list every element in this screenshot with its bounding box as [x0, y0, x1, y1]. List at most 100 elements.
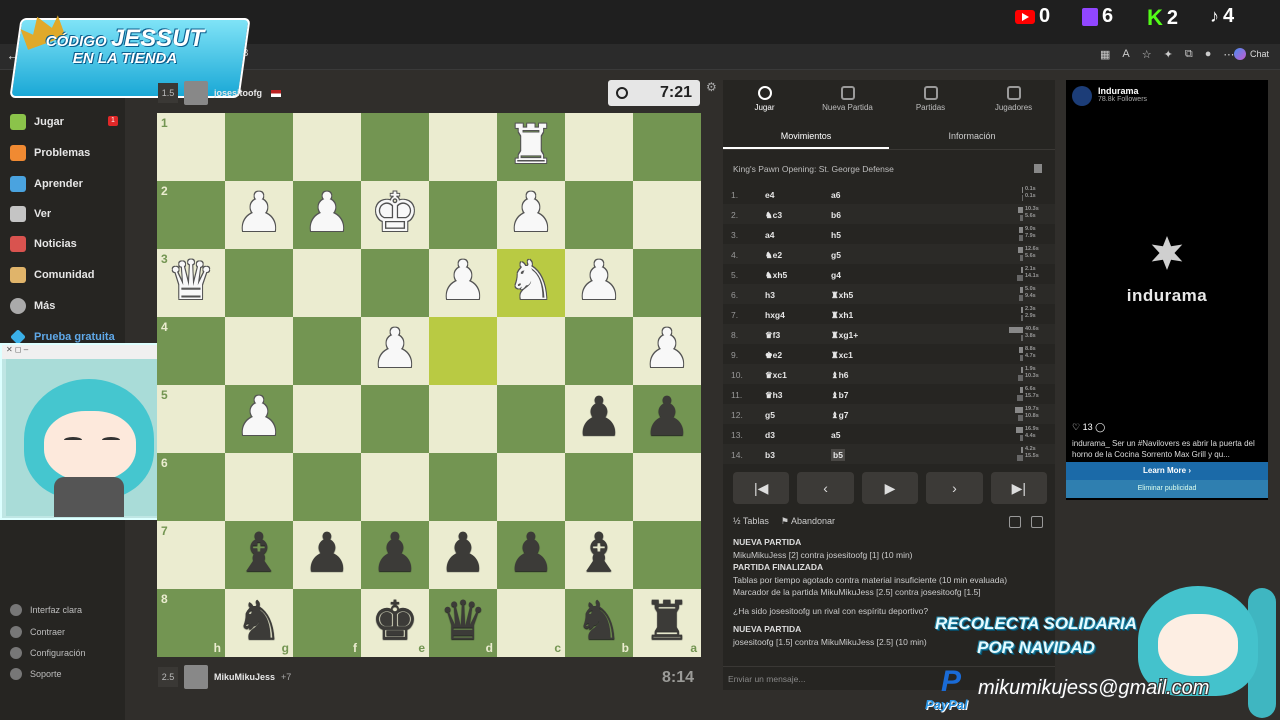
board-square[interactable]	[361, 113, 429, 181]
subtab-movimientos[interactable]: Movimientos	[723, 124, 889, 149]
player-avatar[interactable]	[184, 665, 208, 689]
board-square[interactable]	[293, 385, 361, 453]
favorite-star-icon[interactable]: ☆	[1142, 48, 1152, 61]
black-move[interactable]: ♜xh1	[831, 310, 853, 321]
board-square[interactable]	[429, 181, 497, 249]
sidebar-support[interactable]: Soporte	[10, 668, 62, 680]
board-settings-gear-icon[interactable]: ⚙	[706, 80, 717, 94]
black-move[interactable]: b6	[831, 210, 841, 220]
black-move[interactable]: ♜xh5	[831, 290, 853, 301]
player-name[interactable]: MikuMikuJess	[214, 672, 275, 682]
sidebar-item-mas[interactable]: Más	[10, 298, 55, 314]
black-move[interactable]: ♝g7	[831, 410, 849, 421]
black-move[interactable]: ♝b7	[831, 390, 849, 401]
board-square[interactable]	[633, 181, 701, 249]
remove-ads-link[interactable]: Eliminar publicidad	[1066, 480, 1268, 498]
board-square[interactable]: 4	[157, 317, 225, 385]
collections-icon[interactable]: ⧉	[1185, 48, 1193, 61]
black-pawn[interactable]: ♟	[361, 521, 429, 589]
board-square[interactable]	[565, 113, 633, 181]
sidebar-item-comunidad[interactable]: Comunidad	[10, 267, 95, 283]
white-move[interactable]: a4	[765, 230, 774, 240]
black-pawn[interactable]: ♟	[293, 521, 361, 589]
board-square[interactable]	[429, 317, 497, 385]
white-move[interactable]: ♞e2	[765, 250, 782, 261]
black-move[interactable]: g4	[831, 270, 841, 280]
white-move[interactable]: e4	[765, 190, 774, 200]
black-move[interactable]: ♜xc1	[831, 350, 853, 361]
sidebar-item-problemas[interactable]: Problemas	[10, 145, 90, 161]
board-square[interactable]: 8h	[157, 589, 225, 657]
board-square[interactable]	[361, 385, 429, 453]
play-button[interactable]: ▶	[861, 472, 919, 504]
board-square[interactable]	[293, 113, 361, 181]
sidebar-item-noticias[interactable]: Noticias	[10, 236, 77, 252]
sidebar-item-aprender[interactable]: Aprender	[10, 176, 83, 192]
sidebar-light-mode[interactable]: Interfaz clara	[10, 604, 82, 616]
board-square[interactable]	[225, 249, 293, 317]
board-square[interactable]	[429, 113, 497, 181]
white-move[interactable]: ♞c3	[765, 210, 782, 221]
white-move[interactable]: ♚e2	[765, 350, 782, 361]
learn-more-button[interactable]: Learn More ›	[1066, 462, 1268, 480]
board-square[interactable]	[225, 317, 293, 385]
black-move[interactable]: ♜xg1+	[831, 330, 858, 341]
board-square[interactable]	[361, 249, 429, 317]
white-queen[interactable]: ♛	[157, 249, 225, 317]
white-pawn[interactable]: ♟	[293, 181, 361, 249]
board-square[interactable]	[225, 113, 293, 181]
white-move[interactable]: ♛h3	[765, 390, 783, 401]
black-move[interactable]: a6	[831, 190, 840, 200]
resign-button[interactable]: ⚑ Abandonar	[781, 516, 835, 527]
black-move[interactable]: h5	[831, 230, 841, 240]
board-square[interactable]	[565, 317, 633, 385]
black-pawn[interactable]: ♟	[565, 385, 633, 453]
board-square[interactable]: 5	[157, 385, 225, 453]
board-square[interactable]	[293, 249, 361, 317]
next-move-button[interactable]: ›	[926, 472, 983, 504]
board-square[interactable]: c	[497, 589, 565, 657]
text-size-icon[interactable]: A	[1122, 48, 1129, 61]
tab-jugar[interactable]: Jugar	[723, 80, 806, 120]
share-icon[interactable]	[1009, 516, 1021, 528]
first-move-button[interactable]: |◀	[733, 472, 790, 504]
board-square[interactable]: 7	[157, 521, 225, 589]
black-queen[interactable]: ♛	[429, 589, 497, 657]
board-square[interactable]	[497, 385, 565, 453]
board-square[interactable]: 1	[157, 113, 225, 181]
black-pawn[interactable]: ♟	[633, 385, 701, 453]
tab-partidas[interactable]: Partidas	[889, 80, 972, 120]
white-pawn[interactable]: ♟	[225, 385, 293, 453]
white-move[interactable]: ♛f3	[765, 330, 780, 341]
sidebar-item-ver[interactable]: Ver	[10, 206, 51, 222]
grid-icon[interactable]: ▦	[1100, 48, 1110, 61]
board-square[interactable]	[565, 453, 633, 521]
white-move[interactable]: ♛xc1	[765, 370, 787, 381]
tab-jugadores[interactable]: Jugadores	[972, 80, 1055, 120]
menu-dots-icon[interactable]: ⋯	[1223, 48, 1234, 61]
white-move[interactable]: g5	[765, 410, 775, 420]
black-pawn[interactable]: ♟	[497, 521, 565, 589]
draw-button[interactable]: ½ Tablas	[733, 516, 769, 527]
white-move[interactable]: hxg4	[765, 310, 785, 320]
black-move[interactable]: b5	[831, 449, 845, 461]
white-king[interactable]: ♚	[361, 181, 429, 249]
sidebar-collapse[interactable]: Contraer	[10, 626, 65, 638]
white-move[interactable]: d3	[765, 430, 775, 440]
black-knight[interactable]: ♞	[565, 589, 633, 657]
book-icon[interactable]	[1034, 164, 1042, 173]
black-rook[interactable]: ♜	[633, 589, 701, 657]
white-pawn[interactable]: ♟	[633, 317, 701, 385]
board-square[interactable]	[633, 249, 701, 317]
white-rook[interactable]: ♜	[497, 113, 565, 181]
board-square[interactable]	[293, 317, 361, 385]
board-square[interactable]	[633, 113, 701, 181]
black-move[interactable]: ♝h6	[831, 370, 849, 381]
board-square[interactable]	[633, 453, 701, 521]
black-knight[interactable]: ♞	[225, 589, 293, 657]
opponent-avatar[interactable]	[184, 81, 208, 105]
white-pawn[interactable]: ♟	[565, 249, 633, 317]
board-square[interactable]: f	[293, 589, 361, 657]
flip-board-icon[interactable]	[1031, 516, 1043, 528]
black-king[interactable]: ♚	[361, 589, 429, 657]
